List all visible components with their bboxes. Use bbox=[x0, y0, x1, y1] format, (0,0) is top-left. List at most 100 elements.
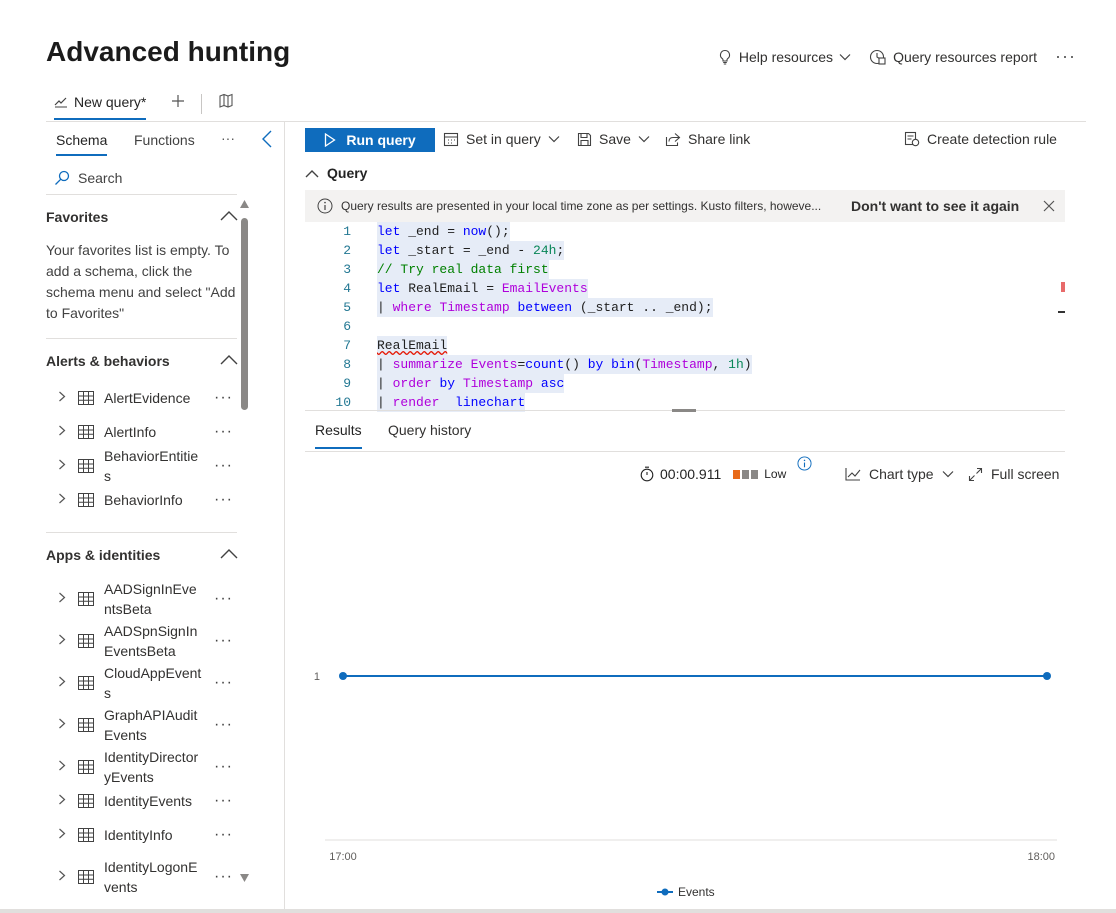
schema-table-item[interactable]: BehaviorEntities ··· bbox=[46, 448, 242, 484]
schema-table-name: AlertEvidence bbox=[104, 390, 191, 406]
chevron-right-icon[interactable] bbox=[50, 718, 74, 732]
create-detection-rule-label: Create detection rule bbox=[927, 131, 1057, 147]
collapse-panel-icon[interactable] bbox=[261, 130, 273, 151]
code-line: 3 // Try real data first bbox=[305, 260, 1065, 279]
chevron-right-icon[interactable] bbox=[50, 634, 74, 648]
legend-label[interactable]: Events bbox=[678, 885, 715, 899]
table-icon bbox=[78, 459, 94, 473]
tab-query-history[interactable]: Query history bbox=[388, 422, 471, 447]
code-line: 6 bbox=[305, 317, 1065, 336]
data-point[interactable] bbox=[1043, 672, 1051, 680]
schema-table-item[interactable]: CloudAppEvents ··· bbox=[46, 662, 242, 704]
code-line: 5 | where Timestamp between (_start .. _e… bbox=[305, 298, 1065, 317]
apps-collapse-chevron-up-icon[interactable] bbox=[220, 548, 238, 560]
tab-functions[interactable]: Functions bbox=[134, 132, 195, 154]
scrollbar-thumb[interactable] bbox=[241, 218, 248, 410]
table-icon bbox=[78, 676, 94, 690]
chevron-right-icon[interactable] bbox=[50, 592, 74, 606]
table-more-icon[interactable]: ··· bbox=[214, 457, 233, 475]
chevron-right-icon[interactable] bbox=[50, 760, 74, 774]
code-line: 7 RealEmail bbox=[305, 336, 1065, 355]
table-more-icon[interactable]: ··· bbox=[214, 423, 233, 441]
chevron-right-icon[interactable] bbox=[50, 870, 74, 884]
code-text: let RealEmail = EmailEvents bbox=[377, 279, 588, 298]
alerts-collapse-chevron-up-icon[interactable] bbox=[220, 354, 238, 366]
close-icon[interactable] bbox=[1043, 200, 1055, 212]
code-line: 9 | order by Timestamp asc bbox=[305, 374, 1065, 393]
more-options-icon[interactable]: ··· bbox=[1055, 46, 1076, 67]
table-more-icon[interactable]: ··· bbox=[214, 792, 233, 810]
query-editor[interactable]: 1 let _end = now(); 2 let _start = _end - … bbox=[305, 222, 1065, 412]
favorites-collapse-chevron-up-icon[interactable] bbox=[220, 210, 238, 222]
set-in-query-button[interactable]: Set in query bbox=[443, 131, 560, 147]
table-more-icon[interactable]: ··· bbox=[214, 674, 233, 692]
error-marker bbox=[1061, 282, 1065, 292]
chevron-right-icon[interactable] bbox=[50, 493, 74, 507]
full-screen-button[interactable]: Full screen bbox=[968, 466, 1059, 482]
table-more-icon[interactable]: ··· bbox=[214, 868, 233, 886]
line-number: 9 bbox=[343, 376, 351, 391]
tab-results[interactable]: Results bbox=[315, 422, 362, 449]
schema-table-item[interactable]: IdentityDirectoryEvents ··· bbox=[46, 746, 242, 788]
schema-table-item[interactable]: IdentityLogonEvents ··· bbox=[46, 856, 242, 898]
query-tabs-bar: New query* bbox=[46, 86, 1086, 122]
save-button[interactable]: Save bbox=[577, 131, 650, 147]
run-query-button[interactable]: Run query bbox=[305, 128, 435, 152]
table-more-icon[interactable]: ··· bbox=[214, 389, 233, 407]
table-more-icon[interactable]: ··· bbox=[214, 632, 233, 650]
schema-table-item[interactable]: IdentityInfo ··· bbox=[46, 818, 242, 852]
table-more-icon[interactable]: ··· bbox=[214, 758, 233, 776]
tab-schema[interactable]: Schema bbox=[56, 132, 108, 156]
share-link-button[interactable]: Share link bbox=[665, 131, 750, 147]
schema-table-item[interactable]: AlertEvidence ··· bbox=[46, 381, 242, 415]
schema-search-input[interactable]: Search bbox=[54, 170, 122, 186]
table-more-icon[interactable]: ··· bbox=[214, 716, 233, 734]
schema-table-item[interactable]: GraphAPIAuditEvents ··· bbox=[46, 704, 242, 746]
usage-info-icon[interactable] bbox=[797, 456, 812, 471]
info-icon bbox=[317, 198, 333, 214]
chart-type-label: Chart type bbox=[869, 466, 934, 482]
chevron-right-icon[interactable] bbox=[50, 391, 74, 405]
scroll-up-arrow-icon[interactable] bbox=[240, 200, 249, 208]
line-number: 6 bbox=[343, 319, 351, 334]
info-message-text: Query results are presented in your loca… bbox=[341, 199, 822, 213]
table-more-icon[interactable]: ··· bbox=[214, 826, 233, 844]
code-text: RealEmail bbox=[377, 336, 448, 355]
chevron-right-icon[interactable] bbox=[50, 425, 74, 439]
chevron-right-icon[interactable] bbox=[50, 676, 74, 690]
help-resources-label: Help resources bbox=[738, 48, 834, 65]
splitter-handle[interactable] bbox=[672, 409, 696, 412]
schema-reference-icon[interactable] bbox=[218, 92, 234, 115]
query-resources-report-button[interactable]: Query resources report bbox=[869, 48, 1037, 66]
table-icon bbox=[78, 493, 94, 507]
chevron-right-icon[interactable] bbox=[50, 828, 74, 842]
chevron-down-icon bbox=[839, 53, 851, 60]
chevron-right-icon[interactable] bbox=[50, 794, 74, 808]
schema-more-icon[interactable]: ··· bbox=[221, 130, 235, 152]
schema-table-item[interactable]: BehaviorInfo ··· bbox=[46, 483, 242, 517]
table-icon bbox=[78, 718, 94, 732]
data-point[interactable] bbox=[339, 672, 347, 680]
query-section-toggle[interactable]: Query bbox=[305, 165, 367, 181]
schema-table-item[interactable]: AADSignInEventsBeta ··· bbox=[46, 578, 242, 620]
chevron-right-icon[interactable] bbox=[50, 459, 74, 473]
code-text: | summarize Events=count() by bin(Timest… bbox=[377, 355, 752, 374]
resources-report-icon bbox=[870, 49, 886, 65]
schema-table-item[interactable]: AADSpnSignInEventsBeta ··· bbox=[46, 620, 242, 662]
page-actions: Help resources Query resources report ··… bbox=[717, 46, 1076, 67]
schema-table-name: CloudAppEvents bbox=[104, 665, 202, 701]
table-more-icon[interactable]: ··· bbox=[214, 491, 233, 509]
tab-new-query[interactable]: New query* bbox=[54, 94, 147, 120]
chevron-down-icon bbox=[548, 136, 560, 143]
share-icon bbox=[665, 132, 681, 146]
table-more-icon[interactable]: ··· bbox=[214, 590, 233, 608]
create-detection-rule-button[interactable]: Create detection rule bbox=[904, 131, 1057, 147]
help-resources-button[interactable]: Help resources bbox=[717, 49, 851, 65]
chart-type-button[interactable]: Chart type bbox=[845, 466, 954, 482]
schema-table-item[interactable]: IdentityEvents ··· bbox=[46, 784, 242, 818]
add-tab-icon[interactable] bbox=[170, 92, 186, 115]
schema-table-item[interactable]: AlertInfo ··· bbox=[46, 415, 242, 449]
dont-show-again-button[interactable]: Don't want to see it again bbox=[851, 198, 1019, 214]
scroll-down-arrow-icon[interactable] bbox=[240, 874, 249, 882]
play-icon bbox=[325, 133, 337, 147]
